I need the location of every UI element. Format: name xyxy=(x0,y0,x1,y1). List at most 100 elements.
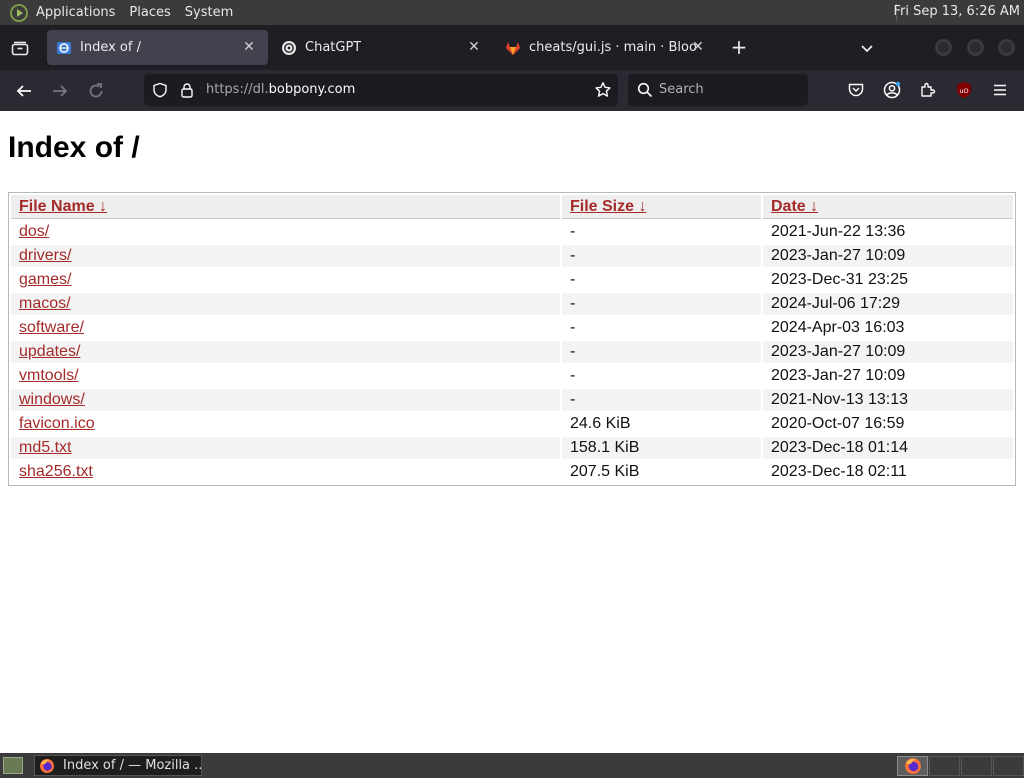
pocket-icon xyxy=(848,83,864,97)
file-listing-table: File Name ↓ File Size ↓ Date ↓ dos/ - 20… xyxy=(8,192,1016,486)
file-link[interactable]: md5.txt xyxy=(19,439,71,456)
system-menu[interactable]: System xyxy=(185,5,233,20)
file-date-cell: 2023-Jan-27 10:09 xyxy=(771,367,906,384)
table-row: dos/ - 2021-Jun-22 13:36 xyxy=(11,221,1013,243)
minimize-window-button[interactable] xyxy=(935,39,952,56)
table-header-row: File Name ↓ File Size ↓ Date ↓ xyxy=(11,195,1013,219)
chevron-down-icon xyxy=(861,45,873,53)
file-link[interactable]: windows/ xyxy=(19,391,85,408)
file-date-cell: 2023-Dec-18 01:14 xyxy=(763,437,1013,459)
sort-by-date-link[interactable]: Date ↓ xyxy=(771,198,818,215)
workspace-2[interactable] xyxy=(929,756,960,776)
firefox-view-button[interactable] xyxy=(0,25,40,70)
table-row: updates/ - 2023-Jan-27 10:09 xyxy=(11,341,1013,363)
new-tab-button[interactable]: + xyxy=(728,37,750,59)
workspace-3[interactable] xyxy=(961,756,992,776)
close-tab-icon[interactable]: ✕ xyxy=(465,38,483,56)
bookmark-star-icon[interactable] xyxy=(594,81,612,99)
file-date-cell: 2023-Jan-27 10:09 xyxy=(763,341,1013,363)
file-link[interactable]: software/ xyxy=(19,319,84,336)
file-link[interactable]: sha256.txt xyxy=(19,463,93,480)
file-date-cell: 2023-Dec-18 02:11 xyxy=(771,463,907,480)
file-link[interactable]: drivers/ xyxy=(19,247,71,264)
workspace-4[interactable] xyxy=(993,756,1024,776)
maximize-window-button[interactable] xyxy=(967,39,984,56)
chatgpt-icon xyxy=(282,40,296,55)
header-file-name: File Name ↓ xyxy=(11,195,560,219)
applications-menu[interactable]: Applications xyxy=(36,5,115,20)
globe-icon xyxy=(57,41,71,54)
header-file-size: File Size ↓ xyxy=(562,195,761,219)
close-tab-icon[interactable]: ✕ xyxy=(240,38,258,56)
tab-index[interactable]: Index of / ✕ xyxy=(47,30,268,65)
list-all-tabs-button[interactable] xyxy=(856,37,878,59)
clock[interactable]: Fri Sep 13, 6:26 AM xyxy=(894,4,1021,19)
firefox-view-icon xyxy=(11,41,29,55)
tab-chatgpt[interactable]: ChatGPT ✕ xyxy=(272,30,493,65)
file-link[interactable]: games/ xyxy=(19,271,71,288)
reload-icon xyxy=(89,83,103,98)
file-link[interactable]: macos/ xyxy=(19,295,71,312)
file-size-cell: 207.5 KiB xyxy=(570,463,640,480)
search-bar[interactable]: Search xyxy=(628,74,808,106)
pocket-button[interactable] xyxy=(845,79,867,101)
table-row: sha256.txt 207.5 KiB 2023-Dec-18 02:11 xyxy=(11,461,1013,483)
file-size-cell: - xyxy=(562,293,761,315)
app-menu-button[interactable] xyxy=(989,79,1011,101)
file-link[interactable]: favicon.ico xyxy=(19,415,95,432)
account-button[interactable] xyxy=(881,79,903,101)
file-date-cell: 2024-Apr-03 16:03 xyxy=(771,319,905,336)
reload-button[interactable] xyxy=(84,79,108,103)
svg-text:uO: uO xyxy=(959,87,968,95)
url-text[interactable]: https://dl.bobpony.com xyxy=(206,82,355,97)
tab-label: cheats/gui.js · main · Blooket xyxy=(529,40,697,55)
gitlab-icon xyxy=(506,41,520,55)
close-tab-icon[interactable]: ✕ xyxy=(689,38,707,56)
file-name-cell: vmtools/ xyxy=(11,365,560,387)
file-date-cell: 2023-Jan-27 10:09 xyxy=(763,245,1013,267)
tab-gitlab[interactable]: cheats/gui.js · main · Blooket ✕ xyxy=(496,30,719,65)
forward-button[interactable] xyxy=(48,79,72,103)
tab-label: ChatGPT xyxy=(305,40,362,55)
extensions-button[interactable] xyxy=(917,79,939,101)
arrow-right-icon xyxy=(53,85,68,97)
file-name-cell: sha256.txt xyxy=(11,461,560,483)
close-window-button[interactable] xyxy=(998,39,1015,56)
header-date: Date ↓ xyxy=(763,195,1013,219)
arrow-left-icon xyxy=(16,85,31,97)
ublock-button[interactable]: uO xyxy=(953,79,975,101)
taskbar-window-button[interactable]: Index of / — Mozilla ... xyxy=(34,755,202,776)
workspace-1[interactable] xyxy=(897,756,928,776)
top-panel: Applications Places System Fri Sep 13, 6… xyxy=(0,0,1024,25)
tab-bar: Index of / ✕ ChatGPT ✕ cheats/gui.js · m… xyxy=(0,25,1024,70)
lock-icon[interactable] xyxy=(179,82,195,98)
url-bar[interactable]: https://dl.bobpony.com xyxy=(144,74,618,106)
file-size-cell: - xyxy=(562,341,761,363)
file-size-cell: - xyxy=(570,367,576,384)
file-size-cell: - xyxy=(562,389,761,411)
file-link[interactable]: vmtools/ xyxy=(19,367,79,384)
back-button[interactable] xyxy=(12,79,36,103)
firefox-icon xyxy=(904,758,921,774)
file-link[interactable]: dos/ xyxy=(19,223,49,240)
file-date-cell: 2020-Oct-07 16:59 xyxy=(771,415,905,432)
places-menu[interactable]: Places xyxy=(129,5,170,20)
ublock-origin-icon: uO xyxy=(957,82,971,98)
url-domain: bobpony.com xyxy=(268,82,356,97)
firefox-icon xyxy=(40,758,54,773)
distro-logo-icon[interactable] xyxy=(10,3,28,22)
file-name-cell: md5.txt xyxy=(11,437,560,459)
file-size-cell: 24.6 KiB xyxy=(570,415,631,432)
sort-by-size-link[interactable]: File Size ↓ xyxy=(570,198,646,215)
file-size-cell: - xyxy=(570,271,576,288)
shield-icon[interactable] xyxy=(152,82,168,98)
hamburger-menu-icon xyxy=(994,84,1006,96)
file-date-cell: 2024-Jul-06 17:29 xyxy=(763,293,1013,315)
file-name-cell: windows/ xyxy=(11,389,560,411)
table-row: windows/ - 2021-Nov-13 13:13 xyxy=(11,389,1013,411)
file-size-cell: - xyxy=(562,245,761,267)
table-row: vmtools/ - 2023-Jan-27 10:09 xyxy=(11,365,1013,387)
sort-by-name-link[interactable]: File Name ↓ xyxy=(19,198,107,215)
show-desktop-button[interactable] xyxy=(3,757,23,774)
file-link[interactable]: updates/ xyxy=(19,343,80,360)
